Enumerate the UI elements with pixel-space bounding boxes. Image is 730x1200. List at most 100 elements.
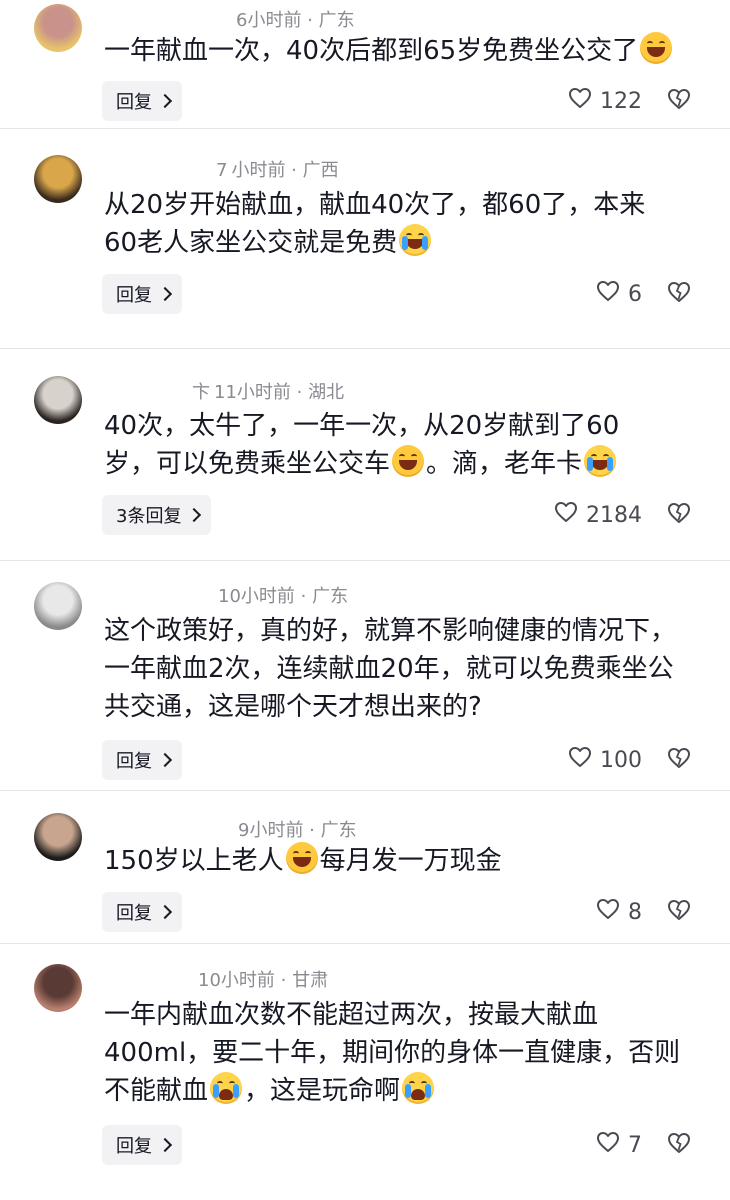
comment-divider xyxy=(0,560,730,561)
comment-time-location: 11小时前 · 湖北 xyxy=(214,382,345,403)
user-avatar[interactable] xyxy=(34,964,82,1012)
heart-icon xyxy=(554,501,578,529)
comment-text-line: 150岁以上老人 每月发一万现金 xyxy=(104,842,704,880)
username-fragment[interactable]: 卞 xyxy=(192,382,210,403)
comment-text-line: 60老人家坐公交就是免费 xyxy=(104,224,704,262)
heart-icon xyxy=(596,280,620,308)
heart-icon xyxy=(596,1131,620,1159)
heart-icon xyxy=(568,746,592,774)
comment-text-line: 一年献血一次，40次后都到65岁免费坐公交了 xyxy=(104,32,704,70)
comment-text-segment: 一年内献血次数不能超过两次，按最大献血 xyxy=(104,1000,599,1030)
chevron-right-icon xyxy=(187,507,202,523)
user-avatar[interactable] xyxy=(34,4,82,52)
comment-text-line: 不能献血 ，这是玩命啊 xyxy=(104,1072,704,1110)
comment-text: 40次，太牛了，一年一次，从20岁献到了60 岁，可以免费乘坐公交车 。滴，老年卡 xyxy=(104,407,704,483)
comment-text: 一年内献血次数不能超过两次，按最大献血 400ml，要二十年，期间你的身体一直健康… xyxy=(104,996,704,1110)
like-button[interactable]: 7 xyxy=(596,1125,642,1165)
comment-time-location: 10小时前 · 甘肃 xyxy=(198,970,329,991)
comment-text-line: 这个政策好，真的好，就算不影响健康的情况下， xyxy=(104,612,704,650)
heart-icon xyxy=(568,87,592,115)
comment-text-segment: 共交通，这是哪个天才想出来的? xyxy=(104,692,482,722)
reply-button-label: 回复 xyxy=(116,285,152,306)
dislike-button[interactable] xyxy=(667,274,697,314)
like-button[interactable]: 122 xyxy=(568,81,642,121)
laughing-emoji-icon xyxy=(392,445,425,477)
reply-button[interactable]: 回复 xyxy=(102,892,182,932)
comment-time-location: 9小时前 · 广东 xyxy=(238,820,357,841)
comment-divider xyxy=(0,790,730,791)
comment-text: 这个政策好，真的好，就算不影响健康的情况下， 一年献血2次，连续献血20年，就可以… xyxy=(104,612,704,726)
comment-meta: 9小时前 · 广东 xyxy=(238,816,357,842)
user-avatar[interactable] xyxy=(34,155,82,203)
reply-button-label: 3条回复 xyxy=(116,506,182,527)
like-button[interactable]: 2184 xyxy=(554,495,642,535)
laughing-emoji-icon xyxy=(285,842,318,874)
like-button[interactable]: 100 xyxy=(568,740,642,780)
comment-text-segment: 从20岁开始献血，献血40次了，都60了，本来 xyxy=(104,190,646,220)
dislike-button[interactable] xyxy=(667,495,697,535)
reply-button[interactable]: 回复 xyxy=(102,740,182,780)
comment-text-segment: 岁，可以免费乘坐公交车 xyxy=(104,449,391,479)
dislike-button[interactable] xyxy=(667,740,697,780)
crying-emoji-icon xyxy=(210,1072,243,1104)
comment-meta: 6小时前 · 广东 xyxy=(236,6,355,32)
tears-of-joy-emoji-icon xyxy=(399,224,432,256)
comment-meta: 10小时前 · 广东 xyxy=(218,582,348,608)
comment-time-location: 6小时前 · 广东 xyxy=(236,10,355,31)
comment-divider xyxy=(0,348,730,349)
comment-text-line: 共交通，这是哪个天才想出来的? xyxy=(104,688,704,726)
reply-button[interactable]: 回复 xyxy=(102,81,182,121)
comment-text-segment: 一年献血2次，连续献血20年，就可以免费乘坐公 xyxy=(104,654,674,684)
reply-button[interactable]: 回复 xyxy=(102,1125,182,1165)
comment-text-segment: 不能献血 xyxy=(104,1076,209,1106)
broken-heart-icon xyxy=(667,88,691,114)
like-button[interactable]: 8 xyxy=(596,892,642,932)
comment-text-line: 400ml，要二十年，期间你的身体一直健康，否则 xyxy=(104,1034,704,1072)
tears-of-joy-emoji-icon xyxy=(584,445,617,477)
username-fragment[interactable]: 7 xyxy=(216,160,227,181)
broken-heart-icon xyxy=(667,1132,691,1158)
reply-button-label: 回复 xyxy=(116,903,152,924)
comment-meta: 10小时前 · 甘肃 xyxy=(198,966,328,992)
reply-button[interactable]: 3条回复 xyxy=(102,495,212,535)
user-avatar[interactable] xyxy=(34,582,82,630)
comment-text: 一年献血一次，40次后都到65岁免费坐公交了 xyxy=(104,32,704,70)
comment-text-segment: 40次，太牛了，一年一次，从20岁献到了60 xyxy=(104,411,620,441)
comment-text-segment: 这个政策好，真的好，就算不影响健康的情况下， xyxy=(104,616,677,646)
comment-meta: 7 小时前 · 广西 xyxy=(216,156,339,182)
comment-text-line: 一年内献血次数不能超过两次，按最大献血 xyxy=(104,996,704,1034)
heart-icon xyxy=(596,898,620,926)
like-count: 2184 xyxy=(586,502,642,528)
dislike-button[interactable] xyxy=(667,1125,697,1165)
comment-time-location: 10小时前 · 广东 xyxy=(218,586,349,607)
like-button[interactable]: 6 xyxy=(596,274,642,314)
chevron-right-icon xyxy=(157,1137,173,1153)
comment-time-location: 小时前 · 广西 xyxy=(231,160,339,181)
chevron-right-icon xyxy=(157,93,173,109)
dislike-button[interactable] xyxy=(667,892,697,932)
chevron-right-icon xyxy=(157,904,173,920)
comment-text-line: 岁，可以免费乘坐公交车 。滴，老年卡 xyxy=(104,445,704,483)
user-avatar[interactable] xyxy=(34,813,82,861)
comment-meta: 卞 11小时前 · 湖北 xyxy=(192,378,344,404)
comment-text: 150岁以上老人 每月发一万现金 xyxy=(104,842,704,880)
comment-text-segment: 一年献血一次，40次后都到65岁免费坐公交了 xyxy=(104,36,639,66)
reply-button[interactable]: 回复 xyxy=(102,274,182,314)
comment-text-segment: ，这是玩命啊 xyxy=(244,1076,401,1106)
like-count: 6 xyxy=(628,281,642,307)
dislike-button[interactable] xyxy=(667,81,697,121)
comment-divider xyxy=(0,128,730,129)
comment-text-line: 从20岁开始献血，献血40次了，都60了，本来 xyxy=(104,186,704,224)
laughing-emoji-icon xyxy=(640,32,673,64)
user-avatar[interactable] xyxy=(34,376,82,424)
crying-emoji-icon xyxy=(402,1072,435,1104)
reply-button-label: 回复 xyxy=(116,1136,152,1157)
comment-text-segment: 400ml，要二十年，期间你的身体一直健康，否则 xyxy=(104,1038,681,1068)
like-count: 122 xyxy=(600,88,642,114)
like-count: 100 xyxy=(600,747,642,773)
comment-divider xyxy=(0,943,730,944)
broken-heart-icon xyxy=(667,502,691,528)
comment-text-segment: 。滴，老年卡 xyxy=(426,449,583,479)
broken-heart-icon xyxy=(667,899,691,925)
chevron-right-icon xyxy=(157,286,173,302)
